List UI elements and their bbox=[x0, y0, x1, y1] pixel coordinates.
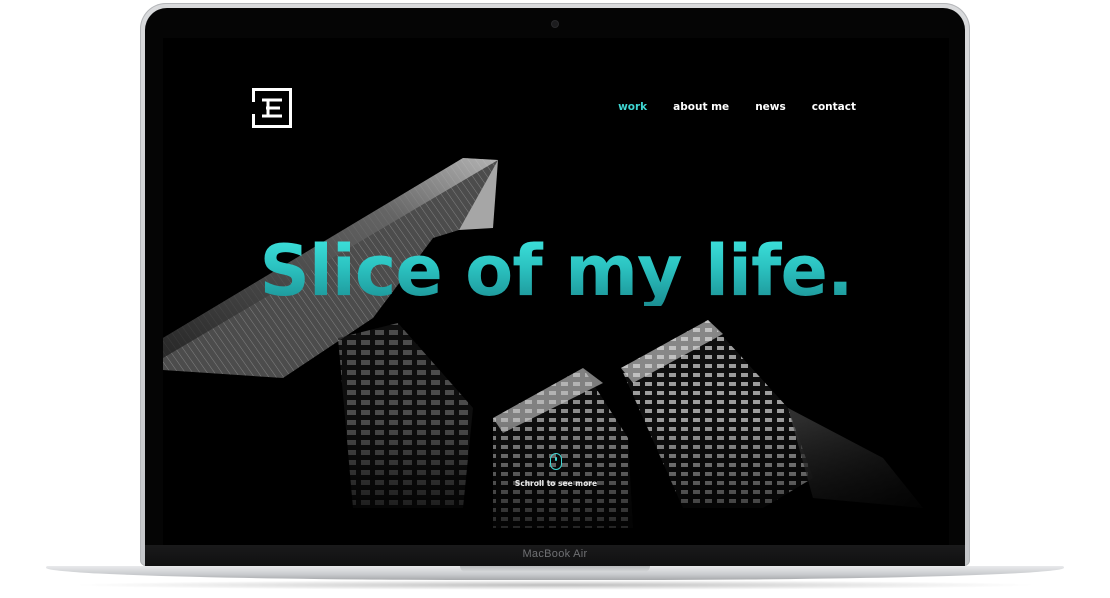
nav-link-about-me[interactable]: about me bbox=[673, 101, 729, 113]
hero-headline: Slice of my life. bbox=[163, 236, 949, 306]
nav-link-work[interactable]: work bbox=[618, 101, 647, 113]
nav-link-contact[interactable]: contact bbox=[812, 101, 856, 113]
logo-icon[interactable] bbox=[252, 88, 292, 128]
scroll-hint: Schroll to see more bbox=[163, 453, 949, 488]
mouse-icon[interactable] bbox=[550, 453, 562, 470]
main-navigation: work about me news contact bbox=[618, 101, 856, 113]
website-screen: work about me news contact Slice of my l… bbox=[163, 38, 949, 545]
laptop-notch bbox=[460, 566, 650, 572]
nav-link-news[interactable]: news bbox=[755, 101, 786, 113]
scroll-hint-label: Schroll to see more bbox=[514, 479, 598, 488]
device-label: MacBook Air bbox=[522, 548, 588, 560]
laptop-shadow bbox=[70, 580, 1040, 590]
camera-icon bbox=[552, 21, 558, 27]
